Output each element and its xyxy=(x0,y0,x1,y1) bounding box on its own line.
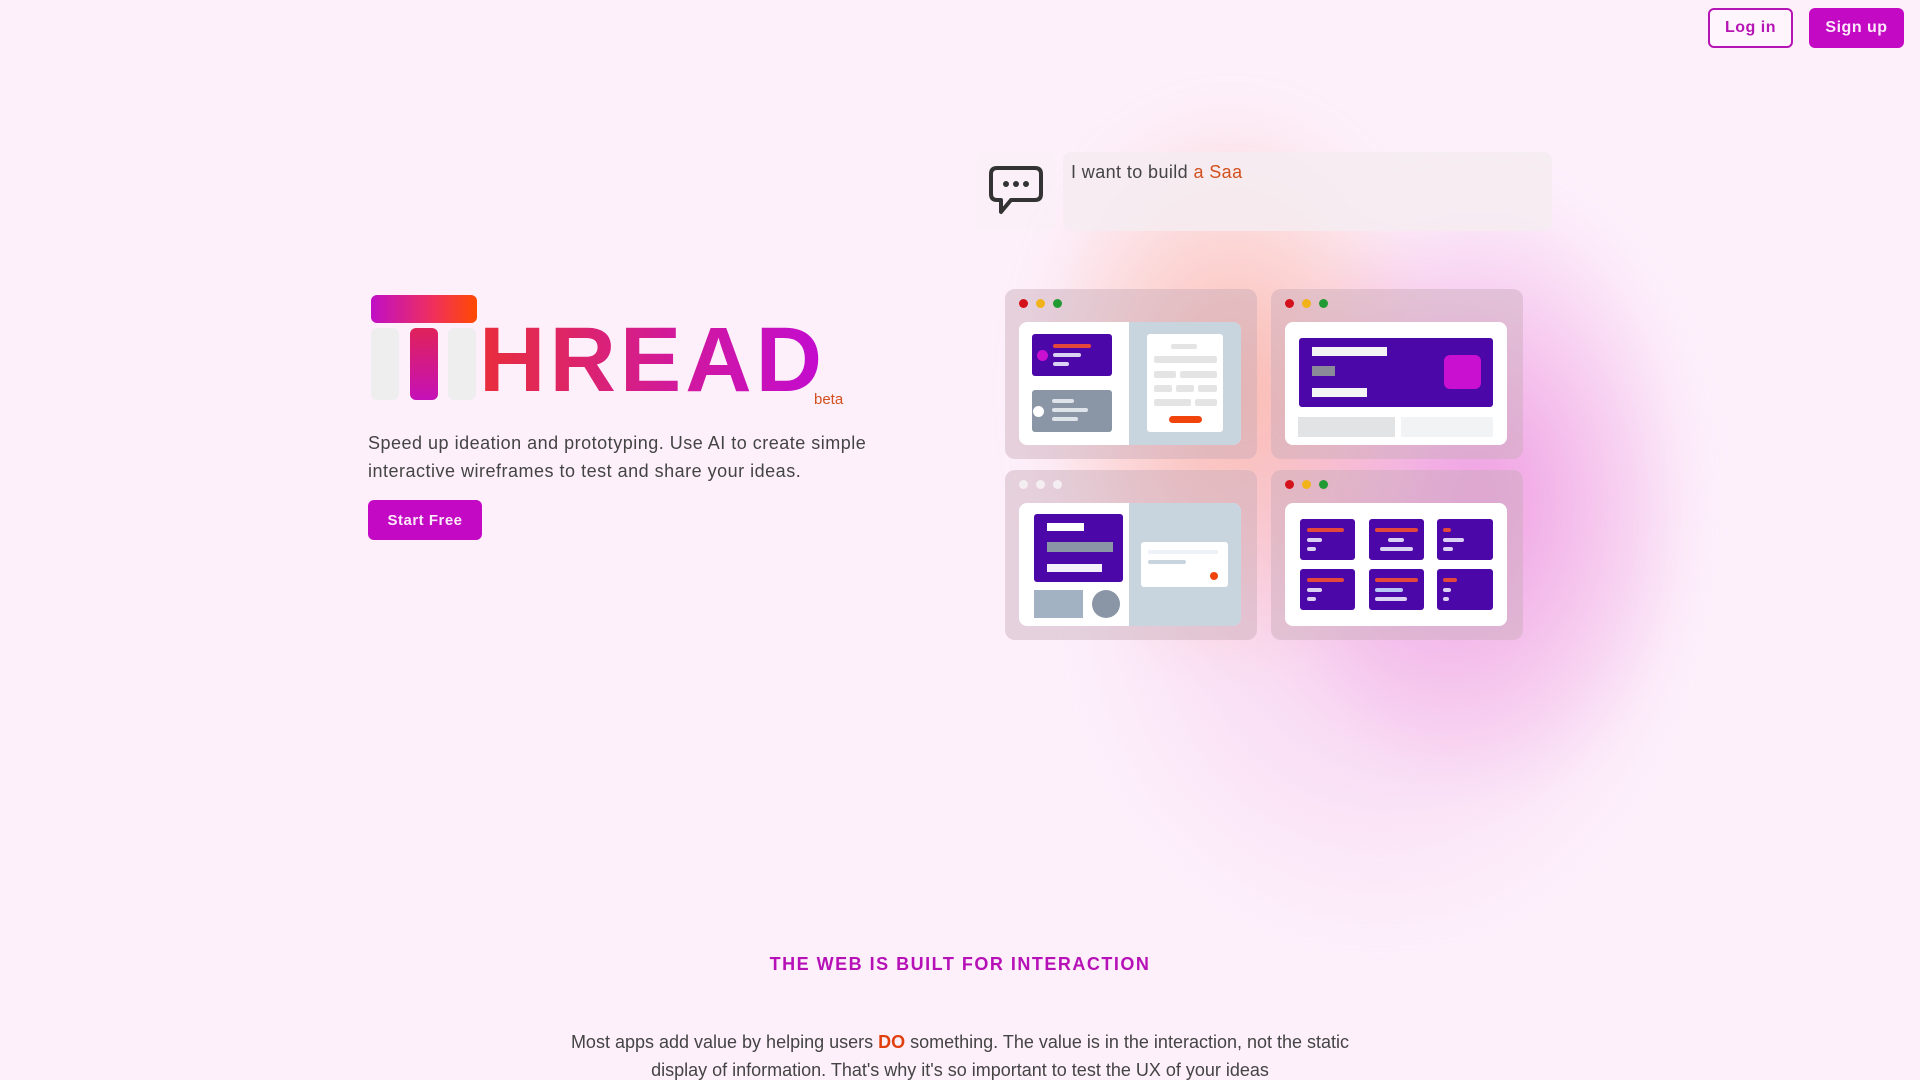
logo-pill xyxy=(371,328,399,400)
wireframe-form xyxy=(1147,334,1223,432)
window-dot-red xyxy=(1285,299,1294,308)
logo-pill-active xyxy=(410,328,438,400)
preview-grid-cards xyxy=(1271,470,1523,640)
window-dot-red xyxy=(1019,299,1028,308)
preview-split-cards xyxy=(1005,289,1257,459)
window-dot-red xyxy=(1285,480,1294,489)
wireframe-canvas xyxy=(1019,322,1241,445)
section-body: Most apps add value by helping users DO … xyxy=(560,1028,1360,1080)
wireframe-grid-card xyxy=(1300,569,1355,610)
window-dot-green xyxy=(1319,480,1328,489)
prompt-typing-field[interactable]: I want to build a Saa xyxy=(1063,152,1552,231)
wireframe-grid-card xyxy=(1437,519,1493,560)
wireframe-grid-card xyxy=(1369,519,1424,560)
logo-t-bar xyxy=(371,295,477,323)
wireframe-card xyxy=(1034,514,1123,582)
chat-bubble-dots-icon xyxy=(989,166,1043,214)
preview-hero-card xyxy=(1271,289,1523,459)
section-body-emphasis: DO xyxy=(878,1032,906,1052)
wireframe-card xyxy=(1032,334,1112,376)
signup-button[interactable]: Sign up xyxy=(1809,8,1904,48)
window-dot-green xyxy=(1053,299,1062,308)
logo-wordmark: HREAD xyxy=(479,309,827,411)
wireframe-canvas xyxy=(1019,503,1241,626)
login-button[interactable]: Log in xyxy=(1708,8,1793,48)
wireframe-canvas xyxy=(1285,503,1507,626)
window-dot-yellow xyxy=(1036,299,1045,308)
wireframe-grid-card xyxy=(1300,519,1355,560)
wireframe-dialog xyxy=(1141,542,1228,587)
preview-form-card xyxy=(1005,470,1257,640)
thread-logo: HREAD beta xyxy=(368,294,868,414)
hero-tagline: Speed up ideation and prototyping. Use A… xyxy=(368,433,867,481)
wireframe-card xyxy=(1032,390,1112,432)
wireframe-grid-card xyxy=(1437,569,1493,610)
wireframe-hero-card xyxy=(1299,338,1493,407)
prompt-static-text: I want to build xyxy=(1071,162,1194,182)
window-dot xyxy=(1053,480,1062,489)
section-body-text: Most apps add value by helping users xyxy=(570,1032,879,1052)
window-dot-yellow xyxy=(1302,299,1311,308)
logo-pill xyxy=(448,328,476,400)
prompt-icon-box xyxy=(977,152,1055,230)
top-bar: Log in Sign up xyxy=(0,0,1920,56)
section-title: THE WEB IS BUILT FOR INTERACTION xyxy=(769,954,1151,974)
window-dot-yellow xyxy=(1302,480,1311,489)
start-free-button[interactable]: Start Free xyxy=(368,500,482,540)
beta-badge: beta xyxy=(814,391,844,408)
wireframe-canvas xyxy=(1285,322,1507,445)
window-dot xyxy=(1019,480,1028,489)
window-dot-green xyxy=(1319,299,1328,308)
window-dot xyxy=(1036,480,1045,489)
wireframe-grid-card xyxy=(1369,569,1424,610)
prompt-typed-text: a Saa xyxy=(1193,162,1243,182)
